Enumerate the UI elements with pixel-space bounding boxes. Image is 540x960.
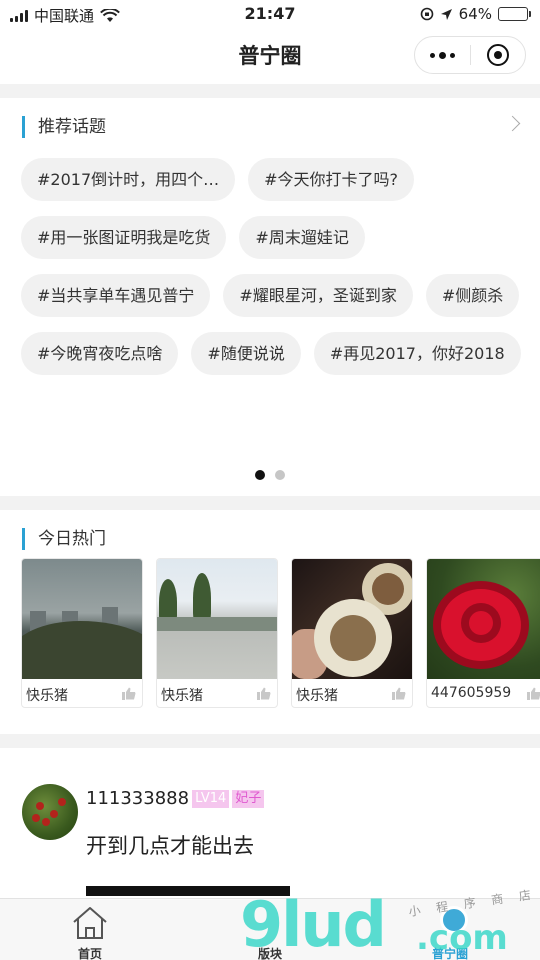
post-media[interactable] <box>86 886 290 896</box>
hot-image-coconut-drinks <box>292 559 412 679</box>
hot-image-city-view <box>22 559 142 679</box>
topic-tag[interactable]: #今晚宵夜吃点啥 <box>21 332 179 375</box>
battery-percent: 64% <box>458 5 492 23</box>
page-dot[interactable] <box>275 470 285 480</box>
nav-bar: 普宁圈 <box>0 28 540 84</box>
home-icon <box>73 907 107 939</box>
topic-tag[interactable]: #再见2017，你好2018 <box>313 332 521 375</box>
more-button[interactable] <box>415 37 470 73</box>
hot-section: 今日热门 快乐猪 快乐猪 快乐猪 447605959 <box>0 510 540 734</box>
hot-item[interactable]: 快乐猪 <box>156 558 278 708</box>
thumbs-up-icon[interactable] <box>527 687 540 700</box>
tab-bar: 首页 版块 普宁圈 <box>0 898 540 960</box>
hot-item[interactable]: 447605959 <box>426 558 540 708</box>
rotation-lock-icon <box>420 7 433 21</box>
page-dot-active[interactable] <box>255 470 265 480</box>
tab-label: 版块 <box>257 947 282 960</box>
avatar[interactable] <box>22 784 78 840</box>
page-indicator <box>0 470 540 480</box>
hot-list: 快乐猪 快乐猪 快乐猪 447605959 <box>21 558 540 708</box>
topic-tag[interactable]: #用一张图证明我是吃货 <box>21 216 227 259</box>
chevron-right-icon[interactable] <box>504 115 521 132</box>
thumbs-up-icon[interactable] <box>257 687 271 700</box>
topic-tag[interactable]: #随便说说 <box>191 332 301 375</box>
section-title: 今日热门 <box>22 528 106 550</box>
status-bar: 中国联通 21:47 64% <box>0 0 540 28</box>
topic-tag[interactable]: #2017倒计时，用四个… <box>21 158 236 201</box>
miniprogram-capsule <box>414 36 526 74</box>
topic-tag[interactable]: #当共享单车遇见普宁 <box>21 274 211 317</box>
target-circle-icon <box>486 44 509 66</box>
topic-tags: #2017倒计时，用四个… #今天你打卡了吗? #用一张图证明我是吃货 #周末遛… <box>21 158 521 375</box>
post-username[interactable]: 111333888 <box>86 788 189 809</box>
battery-icon <box>498 7 531 21</box>
more-dots-icon <box>429 52 435 58</box>
thumbs-up-icon[interactable] <box>392 687 406 700</box>
title-badge: 妃子 <box>232 789 265 808</box>
tab-label: 普宁圈 <box>431 947 468 960</box>
hot-item-user: 快乐猪 <box>26 688 68 704</box>
status-right: 64% <box>420 5 531 23</box>
topic-tag[interactable]: #耀眼星河，圣诞到家 <box>223 274 413 317</box>
topics-section: 推荐话题 #2017倒计时，用四个… #今天你打卡了吗? #用一张图证明我是吃货… <box>0 98 540 496</box>
topic-tag[interactable]: #侧颜杀 <box>425 274 520 317</box>
post-author[interactable]: 111333888 LV14 妃子 <box>86 788 265 809</box>
level-badge: LV14 <box>192 789 230 808</box>
post-text: 开到几点才能出去 <box>86 834 254 858</box>
hot-item[interactable]: 快乐猪 <box>291 558 413 708</box>
post-card[interactable]: 111333888 LV14 妃子 开到几点才能出去 <box>0 748 540 898</box>
tab-puning-circle[interactable]: 普宁圈 <box>390 899 510 960</box>
topic-tag[interactable]: #今天你打卡了吗? <box>248 158 415 201</box>
hot-item[interactable]: 快乐猪 <box>21 558 143 708</box>
tab-label: 首页 <box>77 947 102 960</box>
hot-item-user: 快乐猪 <box>296 688 338 704</box>
thumbs-up-icon[interactable] <box>122 687 136 700</box>
hot-item-user: 快乐猪 <box>161 688 203 704</box>
hot-item-user: 447605959 <box>431 685 512 701</box>
section-title: 推荐话题 <box>22 116 106 138</box>
hot-image-red-rose <box>427 559 540 679</box>
tab-home[interactable]: 首页 <box>30 899 150 960</box>
topic-tag[interactable]: #周末遛娃记 <box>239 216 365 259</box>
close-button[interactable] <box>470 37 525 73</box>
hot-image-plaza <box>157 559 277 679</box>
tab-boards[interactable]: 版块 <box>210 899 330 960</box>
location-arrow-icon <box>440 8 452 20</box>
